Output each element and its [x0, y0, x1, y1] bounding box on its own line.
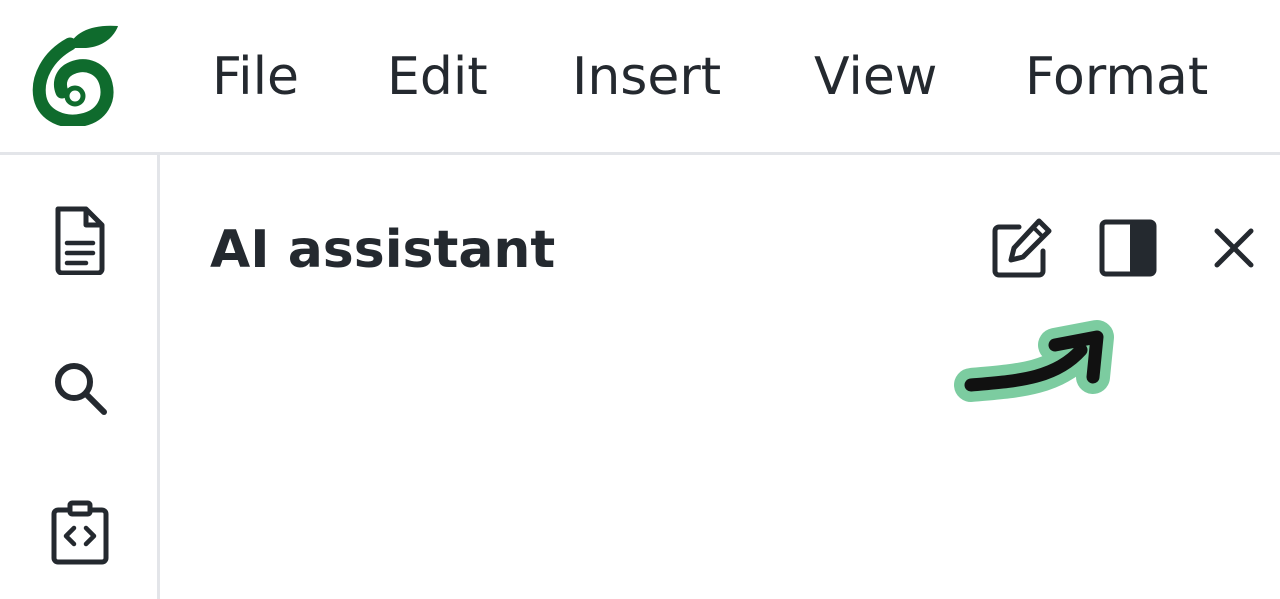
menu-insert[interactable]: Insert — [572, 46, 721, 108]
toggle-layout-button[interactable] — [1090, 210, 1166, 286]
top-menu-bar: File Edit Insert View Format — [0, 0, 1280, 155]
document-icon — [55, 206, 105, 275]
menu-file[interactable]: File — [212, 46, 299, 108]
sidebar-item-search[interactable] — [40, 348, 120, 428]
menu-edit[interactable]: Edit — [387, 46, 488, 108]
overleaf-leaf-logo-icon[interactable] — [30, 22, 126, 126]
sidebar-item-integrations[interactable] — [40, 493, 120, 573]
code-clipboard-icon — [51, 500, 109, 565]
split-panel-icon — [1099, 219, 1157, 277]
search-icon — [55, 363, 107, 415]
arrow-pointer-icon — [954, 320, 1114, 402]
left-rail — [0, 155, 160, 599]
close-icon — [1214, 228, 1254, 268]
menu-view[interactable]: View — [814, 46, 937, 108]
new-chat-button[interactable] — [984, 210, 1060, 286]
sidebar-item-file-tree[interactable] — [40, 200, 120, 280]
panel-title: AI assistant — [210, 220, 556, 280]
edit-icon — [992, 218, 1052, 278]
close-button[interactable] — [1196, 210, 1272, 286]
menu-format[interactable]: Format — [1025, 46, 1208, 108]
